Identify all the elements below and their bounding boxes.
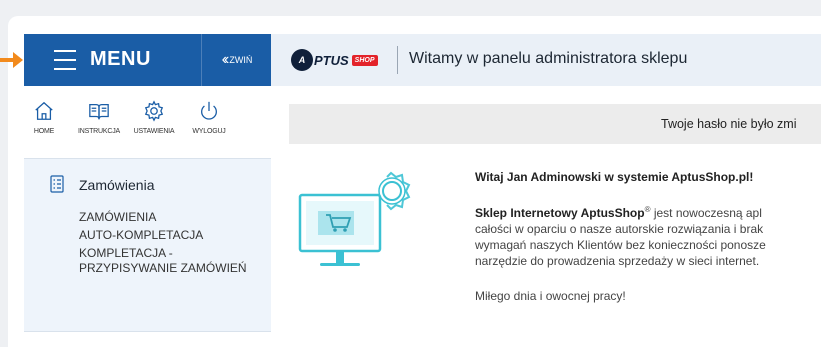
intro-line-3: wymagań naszych Klientów bez koniecznośc… <box>475 238 766 252</box>
menu-bar: MENU ‹‹ ZWIŃ <box>24 34 271 86</box>
book-icon <box>89 103 109 120</box>
list-icon <box>50 175 64 193</box>
sidebar-section-title[interactable]: Zamówienia <box>79 177 154 193</box>
power-icon <box>201 101 217 120</box>
quick-nav-ustawienia[interactable]: USTAWIENIA <box>124 100 184 135</box>
password-notice: Twoje hasło nie było zmi <box>289 104 821 144</box>
logo-mark: A <box>291 49 313 71</box>
sidebar-section-zamowienia: Zamówienia ZAMÓWIENIA AUTO-KOMPLETACJA K… <box>24 158 271 332</box>
arrow-pointer-icon <box>0 52 23 68</box>
aptusshop-logo[interactable]: A PTUS SHOP <box>291 49 378 71</box>
quick-nav-label: HOME <box>33 128 55 135</box>
top-header: A PTUS SHOP Witamy w panelu administrato… <box>271 34 821 86</box>
home-icon <box>35 101 53 120</box>
shop-monitor-illustration <box>298 171 411 266</box>
menu-title[interactable]: MENU <box>90 48 151 71</box>
intro-line-4: narzędzie do prowadzenia sprzedaży w sie… <box>475 254 760 268</box>
welcome-content: Witaj Jan Adminowski w systemie AptusSho… <box>475 170 821 303</box>
header-divider <box>397 46 398 74</box>
notice-text: Twoje hasło nie było zmi <box>661 117 797 131</box>
intro-brand: Sklep Internetowy AptusShop <box>475 206 645 220</box>
logo-text: PTUS <box>314 52 349 68</box>
gear-icon <box>144 100 164 122</box>
quick-nav-instrukcja[interactable]: INSTRUKCJA <box>69 100 129 135</box>
welcome-greeting: Witaj Jan Adminowski w systemie AptusSho… <box>475 170 754 184</box>
quick-nav-label: WYLOGUJ <box>192 128 226 135</box>
farewell-text: Miłego dnia i owocnej pracy! <box>475 289 626 303</box>
sidebar-item-auto-kompletacja[interactable]: AUTO-KOMPLETACJA <box>79 228 259 243</box>
double-chevron-left-icon: ‹‹ <box>221 51 229 68</box>
intro-line-1: jest nowoczesną apl <box>650 206 762 220</box>
collapse-menu-button[interactable]: ‹‹ ZWIŃ <box>201 34 272 86</box>
page-title: Witamy w panelu administratora sklepu <box>409 50 688 67</box>
quick-nav-wyloguj[interactable]: WYLOGUJ <box>179 100 239 135</box>
collapse-label: ZWIŃ <box>229 55 253 65</box>
quick-nav: HOME INSTRUKCJA USTAWIENIA WYLOGUJ <box>24 100 271 150</box>
quick-nav-label: USTAWIENIA <box>133 128 175 135</box>
quick-nav-label: INSTRUKCJA <box>78 128 120 135</box>
sidebar-item-zamowienia[interactable]: ZAMÓWIENIA <box>79 210 259 225</box>
logo-badge: SHOP <box>351 54 378 66</box>
sidebar-item-kompletacja-przypisywanie[interactable]: KOMPLETACJA - PRZYPISYWANIE ZAMÓWIEŃ <box>79 246 259 276</box>
intro-paragraph: Sklep Internetowy AptusShop® jest nowocz… <box>475 202 821 269</box>
quick-nav-home[interactable]: HOME <box>14 100 74 135</box>
intro-line-2: całości w oparciu o nasze autorskie rozw… <box>475 222 764 236</box>
hamburger-icon[interactable] <box>54 50 76 70</box>
